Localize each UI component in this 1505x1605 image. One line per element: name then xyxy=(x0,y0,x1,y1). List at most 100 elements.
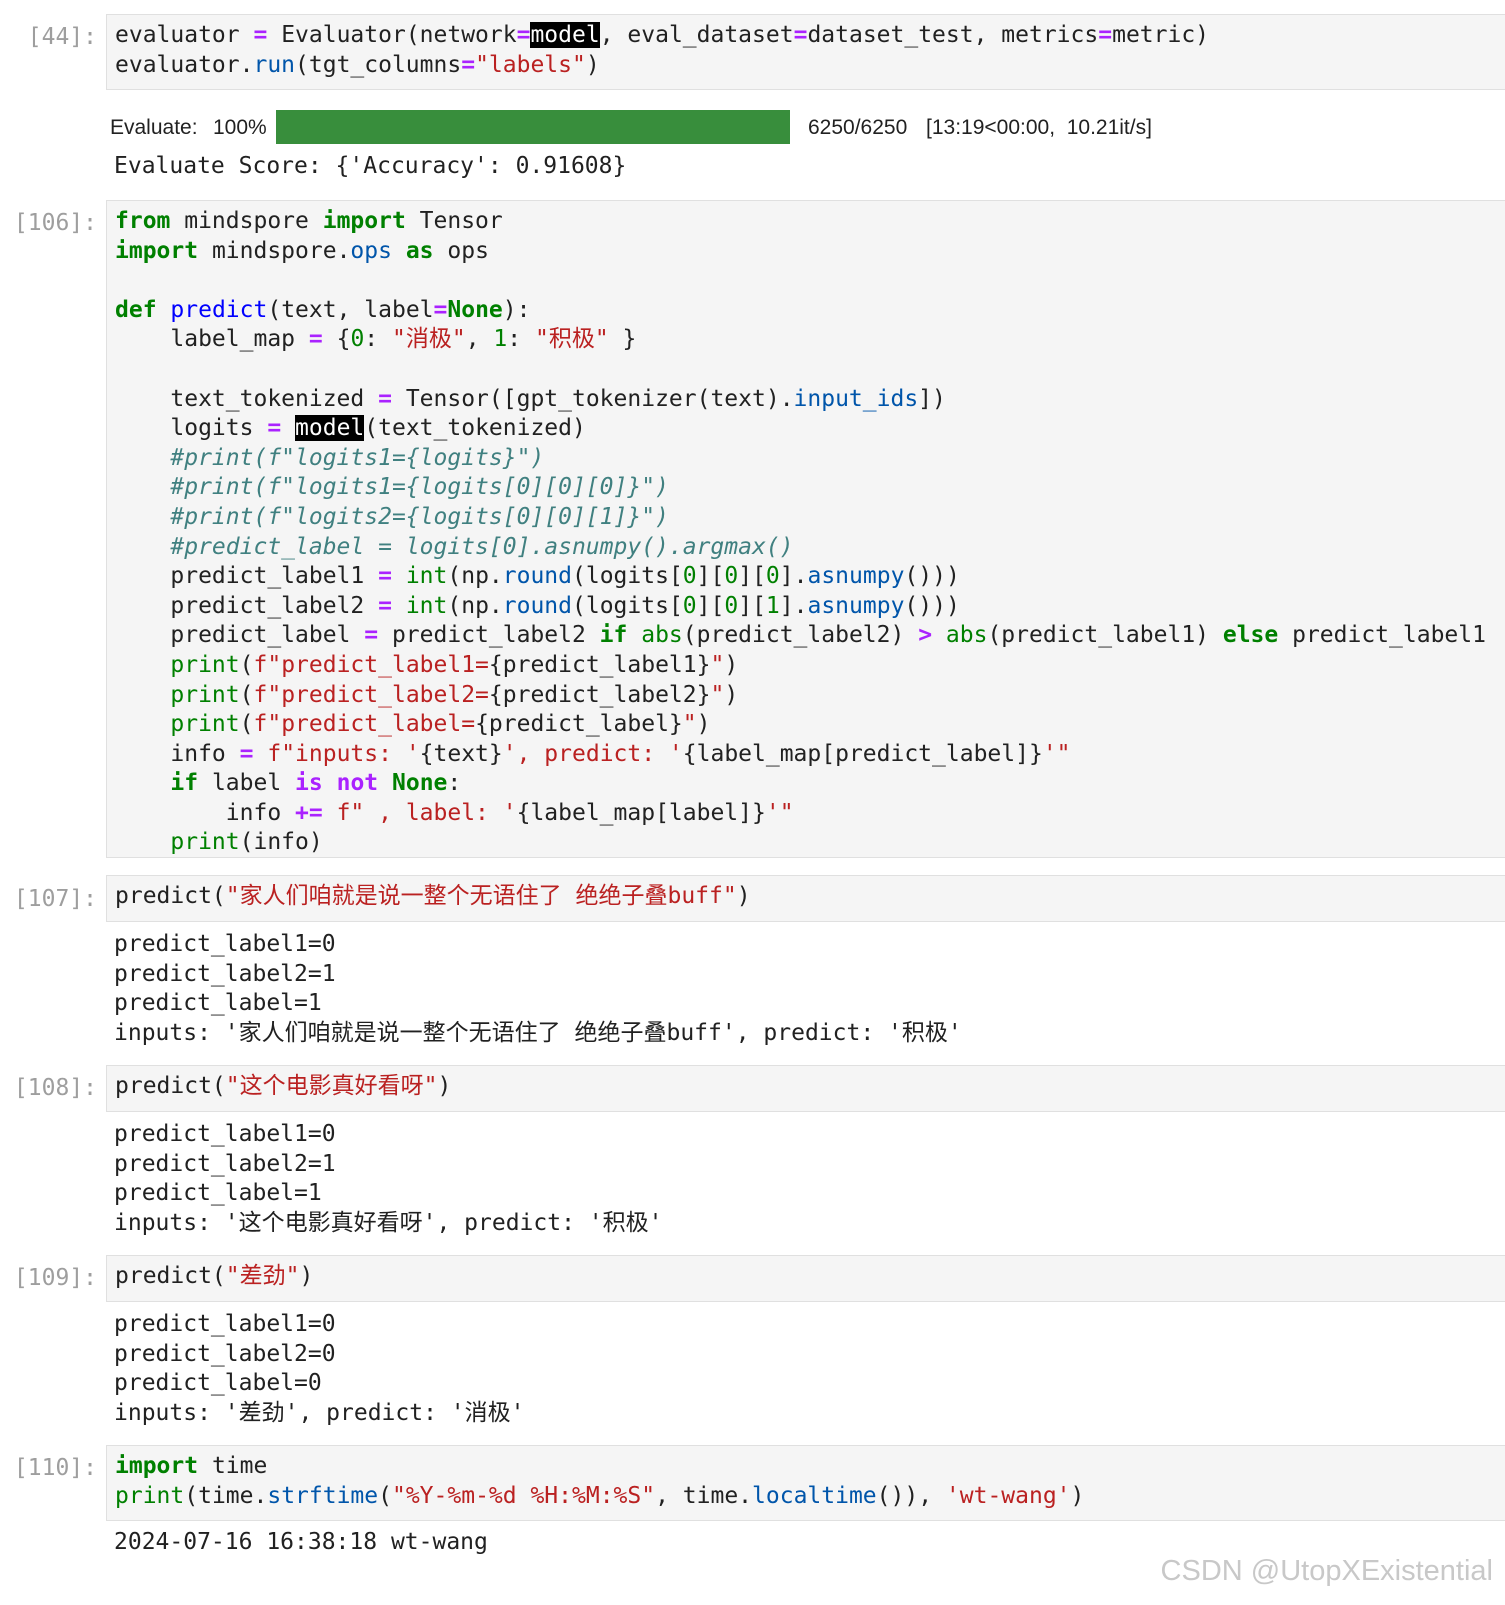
code-input[interactable]: from mindspore import Tensor import minds… xyxy=(106,200,1505,858)
code-token: else xyxy=(1222,622,1279,649)
code-token: : xyxy=(447,770,462,797)
code-line: print(time.strftime("%Y-%m-%d %H:%M:%S",… xyxy=(115,1482,1505,1512)
code-token: Evaluator(network xyxy=(267,22,517,48)
code-editor[interactable]: from mindspore import Tensor import minds… xyxy=(107,201,1505,858)
code-token: ( xyxy=(239,681,254,708)
code-editor[interactable]: predict("这个电影真好看呀") xyxy=(107,1066,1505,1102)
code-editor[interactable]: evaluator = Evaluator(network=model, eva… xyxy=(107,15,1505,80)
code-token: #print(f"logits1={logits[0][0][0]}") xyxy=(170,474,669,501)
output-line: inputs: '这个电影真好看呀', predict: '积极' xyxy=(114,1210,663,1237)
code-editor[interactable]: predict("差劲") xyxy=(107,1256,1505,1292)
code-token: #predict_label = logits[0].asnumpy().arg… xyxy=(170,533,794,560)
code-token: 0 xyxy=(682,592,697,619)
code-token: predict( xyxy=(115,1073,226,1099)
code-token: mindspore. xyxy=(198,237,351,264)
code-token: , eval_dataset xyxy=(599,22,794,48)
code-token: 0 xyxy=(724,563,739,590)
code-token: ): xyxy=(502,296,531,323)
code-token: = xyxy=(793,22,808,48)
code-line: import mindspore.ops as ops xyxy=(115,237,1505,267)
code-line: predict_label1 = int(np.round(logits[0][… xyxy=(115,562,1505,592)
code-line: print(f"predict_label2={predict_label2}"… xyxy=(115,681,1505,711)
code-token: predict_label1 xyxy=(115,563,379,590)
code-token: logits xyxy=(115,415,268,442)
code-token: {label_map[predict_label]} xyxy=(682,740,1043,767)
code-token: ops xyxy=(350,237,392,264)
progress-label: Evaluate: xyxy=(110,116,198,139)
code-token: = xyxy=(378,563,392,590)
code-token: predict_label1 xyxy=(1278,622,1486,649)
code-token: "%Y-%m-%d %H:%M:%S" xyxy=(391,1482,656,1509)
code-token: ][ xyxy=(696,592,725,619)
code-token: info xyxy=(115,740,240,767)
output-line: predict_label=1 xyxy=(114,1180,322,1207)
code-token: evaluator xyxy=(115,22,254,48)
code-token: from xyxy=(115,208,171,234)
code-token: "积极" xyxy=(534,326,609,353)
code-input[interactable]: predict("这个电影真好看呀") xyxy=(106,1065,1505,1112)
code-input[interactable]: import time print(time.strftime("%Y-%m-%d… xyxy=(106,1445,1505,1521)
execution-count: [110]: xyxy=(13,1455,97,1481)
code-line: predict("这个电影真好看呀") xyxy=(115,1072,1505,1102)
code-token: 0 xyxy=(350,326,365,353)
code-token: 'wt-wang' xyxy=(945,1482,1071,1509)
code-token: abs xyxy=(945,622,988,649)
code-token: '" xyxy=(765,799,794,826)
code-input[interactable]: predict("家人们咱就是说一整个无语住了 绝绝子叠buff") xyxy=(106,875,1505,922)
code-token: 1 xyxy=(493,326,508,353)
code-token: if xyxy=(170,770,199,797)
code-line: label_map = {0: "消极", 1: "积极" } xyxy=(115,325,1505,355)
code-token: "消极" xyxy=(392,326,466,353)
code-token: model xyxy=(530,22,600,48)
code-token: import xyxy=(115,237,199,264)
code-token: ())) xyxy=(904,592,960,619)
output-line: Evaluate Score: {'Accuracy': 0.91608} xyxy=(114,153,627,179)
code-input[interactable]: evaluator = Evaluator(network=model, eva… xyxy=(106,14,1505,90)
code-input[interactable]: predict("差劲") xyxy=(106,1255,1505,1302)
code-token: ) xyxy=(585,51,600,78)
output-line: predict_label2=0 xyxy=(114,1340,336,1367)
code-line: text_tokenized = Tensor([gpt_tokenizer(t… xyxy=(115,385,1505,415)
code-token: predict_label xyxy=(115,622,365,649)
code-editor[interactable]: import time print(time.strftime("%Y-%m-%d… xyxy=(107,1446,1505,1511)
execution-count: [106]: xyxy=(13,210,97,236)
code-token: as xyxy=(405,237,434,264)
code-token: if xyxy=(599,622,628,649)
code-line: evaluator.run(tgt_columns="labels") xyxy=(115,51,1505,81)
code-token: mindspore xyxy=(170,208,323,234)
output-line: inputs: '家人们咱就是说一整个无语住了 绝绝子叠buff', predi… xyxy=(114,1020,962,1047)
code-token: ][ xyxy=(696,563,725,590)
code-token: ( xyxy=(378,1482,392,1509)
code-token: (info) xyxy=(239,829,323,856)
code-token: {label_map[label]} xyxy=(516,799,766,826)
code-token: text_tokenized xyxy=(115,385,379,412)
watermark: CSDN @UtopXExistential xyxy=(1160,1555,1493,1587)
code-token: 0 xyxy=(724,592,739,619)
code-token: print xyxy=(170,681,240,708)
code-token: ) xyxy=(724,681,739,708)
code-editor[interactable]: predict("家人们咱就是说一整个无语住了 绝绝子叠buff") xyxy=(107,876,1505,912)
code-token: def xyxy=(115,296,157,323)
code-token: ) xyxy=(437,1073,452,1099)
code-token: ( xyxy=(239,651,254,678)
code-token: "差劲" xyxy=(225,1263,300,1289)
cell-output: predict_label1=0 predict_label2=1 predict_… xyxy=(114,1120,663,1239)
code-token: ) xyxy=(696,711,711,738)
code-token: = xyxy=(253,22,268,48)
code-token: print xyxy=(170,651,240,678)
code-token: ) xyxy=(724,651,739,678)
code-token: Tensor xyxy=(405,208,503,234)
code-line: import time xyxy=(115,1452,1505,1482)
code-token: 0 xyxy=(682,563,697,590)
code-token: "家人们咱就是说一整个无语住了 绝绝子叠buff" xyxy=(225,883,737,909)
code-token: ( xyxy=(239,711,254,738)
code-token: (np. xyxy=(447,592,503,619)
code-token: = xyxy=(308,326,323,353)
